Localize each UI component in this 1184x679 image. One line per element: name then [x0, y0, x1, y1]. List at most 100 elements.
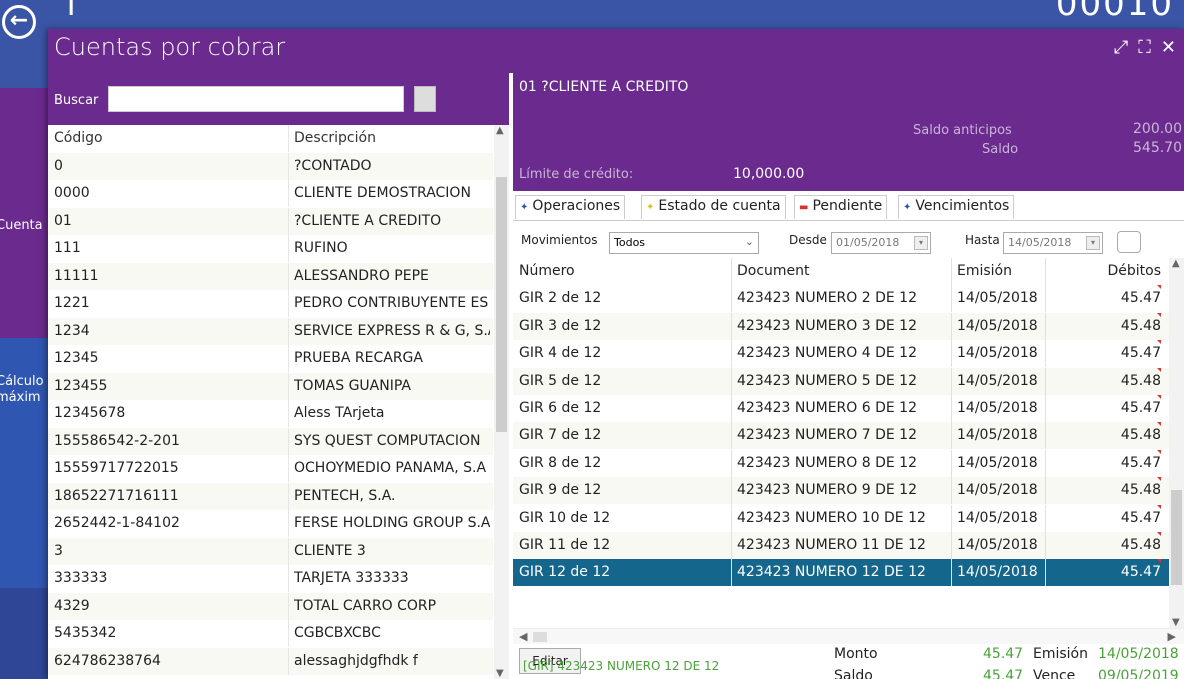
- hasta-date-picker[interactable]: 14/05/2018 ▾: [1003, 232, 1103, 254]
- scroll-thumb[interactable]: [496, 177, 507, 432]
- table-row[interactable]: 12345 PRUEBA RECARGA: [48, 345, 493, 372]
- codigo-cell: 18652271716111: [54, 487, 179, 504]
- codigo-cell: 333333: [54, 570, 108, 586]
- table-row[interactable]: 01 ?CLIENTE A CREDITO: [48, 207, 493, 235]
- monto-value: 45.47: [983, 646, 1024, 662]
- scroll-down-icon[interactable]: ▼: [496, 668, 504, 679]
- emision-value: 14/05/2018: [1098, 646, 1179, 662]
- codigo-cell: 155586542-2-201: [54, 432, 180, 449]
- numero-cell: GIR 12 de 12: [519, 564, 611, 581]
- calendar-dropdown-icon[interactable]: ▾: [914, 236, 928, 250]
- table-row[interactable]: 18652271716111 PENTECH, S.A.: [48, 482, 493, 510]
- hscroll-thumb[interactable]: [533, 632, 547, 642]
- cell-marker-icon: [1157, 449, 1161, 454]
- movimientos-select[interactable]: Todos ⌄: [609, 232, 759, 254]
- table-row[interactable]: 11111 ALESSANDRO PEPE: [48, 262, 493, 290]
- table-row[interactable]: 1234 SERVICE EXPRESS R & G, S.A: [48, 317, 493, 345]
- table-row[interactable]: 155586542-2-201 SYS QUEST COMPUTACION: [48, 427, 493, 455]
- background-title: T: [62, 0, 81, 23]
- cell-marker-icon: [1157, 395, 1161, 399]
- scroll-up-icon[interactable]: ▲: [496, 125, 504, 136]
- tab-marker-icon: ✦: [903, 202, 912, 213]
- debitos-cell: 45.47: [1120, 290, 1161, 307]
- column-header-codigo[interactable]: Código: [54, 130, 284, 146]
- table-row[interactable]: 333333 TARJETA 333333: [48, 565, 493, 592]
- cell-marker-icon: [1157, 532, 1161, 536]
- table-row[interactable]: 15559717722015 OCHOYMEDIO PANAMA, S.A: [48, 455, 493, 482]
- table-row[interactable]: 0000 CLIENTE DEMOSTRACION: [48, 180, 493, 207]
- table-row[interactable]: GIR 4 de 12 423423 NUMERO 4 DE 12 14/05/20…: [513, 340, 1173, 368]
- debitos-cell: 45.47: [1120, 345, 1161, 362]
- debitos-cell: 45.48: [1120, 537, 1161, 553]
- table-row[interactable]: 111 RUFINO: [48, 235, 493, 262]
- table-row[interactable]: GIR 5 de 12 423423 NUMERO 5 DE 12 14/05/20…: [513, 367, 1173, 395]
- table-row[interactable]: 624786238764 alessaghjdgfhdk f: [48, 647, 493, 675]
- table-row[interactable]: GIR 6 de 12 423423 NUMERO 6 DE 12 14/05/20…: [513, 395, 1173, 422]
- numero-cell: GIR 10 de 12: [519, 509, 611, 526]
- cell-marker-icon: [1157, 312, 1161, 317]
- table-row[interactable]: 123455 TOMAS GUANIPA: [48, 372, 493, 400]
- table-row[interactable]: GIR 11 de 12 423423 NUMERO 11 DE 12 14/05/…: [513, 532, 1173, 559]
- back-icon[interactable]: ←: [2, 5, 36, 39]
- descripcion-cell: PRUEBA RECARGA: [294, 350, 423, 366]
- sidebar-tile-calculo[interactable]: Cálculo máxim: [0, 338, 50, 588]
- operations-scrollbar[interactable]: ▲ ▼: [1169, 258, 1184, 628]
- scroll-down-icon[interactable]: ▼: [1172, 617, 1180, 628]
- codigo-cell: 4329: [54, 597, 90, 614]
- column-header-descripcion[interactable]: Descripción: [294, 130, 490, 146]
- operations-hscrollbar[interactable]: ◀ ▶: [513, 628, 1184, 644]
- table-row[interactable]: 4329 TOTAL CARRO CORP: [48, 592, 493, 620]
- fullscreen-icon[interactable]: ⛶: [1138, 37, 1151, 58]
- table-row[interactable]: GIR 3 de 12 423423 NUMERO 3 DE 12 14/05/20…: [513, 312, 1173, 340]
- table-row[interactable]: 2652442-1-84102 FERSE HOLDING GROUP S.A: [48, 510, 493, 537]
- column-header-numero[interactable]: Número: [519, 263, 719, 279]
- scroll-left-icon[interactable]: ◀: [519, 630, 527, 643]
- codigo-cell: 11111: [54, 267, 99, 284]
- tab-operaciones[interactable]: ✦ Operaciones: [515, 195, 626, 219]
- scroll-up-icon[interactable]: ▲: [1172, 258, 1180, 269]
- tab-vencimientos[interactable]: ✦ Vencimientos: [898, 195, 1015, 219]
- emision-cell: 14/05/2018: [957, 537, 1038, 553]
- table-row[interactable]: GIR 12 de 12 423423 NUMERO 12 DE 12 14/05/…: [513, 559, 1173, 587]
- debitos-cell: 45.47: [1120, 564, 1161, 581]
- scroll-right-icon[interactable]: ▶: [1168, 630, 1176, 643]
- clients-scrollbar[interactable]: ▲ ▼: [494, 125, 509, 679]
- descripcion-cell: SERVICE EXPRESS R & G, S.A: [294, 322, 490, 339]
- table-row[interactable]: GIR 7 de 12 423423 NUMERO 7 DE 12 14/05/20…: [513, 422, 1173, 450]
- table-row[interactable]: 3 CLIENTE 3: [48, 537, 493, 565]
- numero-cell: GIR 3 de 12: [519, 317, 602, 334]
- debitos-cell: 45.47: [1120, 400, 1161, 416]
- desde-date-picker[interactable]: 01/05/2018 ▾: [831, 232, 931, 254]
- tab-pendiente[interactable]: ▬ Pendiente: [794, 195, 888, 219]
- document-cell: 423423 NUMERO 3 DE 12: [737, 317, 917, 334]
- descripcion-cell: TARJETA 333333: [294, 570, 409, 586]
- calendar-dropdown-icon[interactable]: ▾: [1086, 236, 1100, 250]
- tab-estado-de-cuenta[interactable]: ✦ Estado de cuenta: [641, 195, 786, 219]
- client-name: 01 ?CLIENTE A CREDITO: [519, 79, 689, 95]
- search-button[interactable]: [414, 86, 436, 112]
- document-cell: 423423 NUMERO 12 DE 12: [737, 564, 926, 581]
- table-row[interactable]: GIR 10 de 12 423423 NUMERO 10 DE 12 14/05/…: [513, 504, 1173, 532]
- table-row[interactable]: 0 ?CONTADO: [48, 152, 493, 180]
- column-header-emision[interactable]: Emisión: [957, 263, 1047, 279]
- clients-table-header: Código Descripción: [48, 125, 493, 152]
- table-row[interactable]: 12345678 Aless TArjeta: [48, 400, 493, 427]
- table-row[interactable]: GIR 9 de 12 423423 NUMERO 9 DE 12 14/05/20…: [513, 477, 1173, 505]
- search-input[interactable]: [108, 86, 404, 112]
- column-header-debitos[interactable]: Débitos: [1053, 263, 1161, 279]
- saldo-value: 545.70: [1133, 140, 1182, 156]
- table-row[interactable]: 5435342 CGBCBXCBC: [48, 620, 493, 647]
- sidebar-tile-cuentas[interactable]: Cuenta: [0, 88, 50, 338]
- filter-toggle-checkbox[interactable]: [1117, 231, 1141, 253]
- column-header-document[interactable]: Document: [737, 263, 947, 279]
- numero-cell: GIR 4 de 12: [519, 345, 602, 362]
- search-label: Buscar: [54, 93, 99, 108]
- scroll-thumb[interactable]: [1171, 490, 1182, 585]
- table-row[interactable]: 1221 PEDRO CONTRIBUYENTE ES: [48, 290, 493, 317]
- table-row[interactable]: GIR 8 de 12 423423 NUMERO 8 DE 12 14/05/20…: [513, 449, 1173, 477]
- numero-cell: GIR 2 de 12: [519, 290, 602, 307]
- codigo-cell: 12345678: [54, 405, 126, 421]
- close-icon[interactable]: ✕: [1161, 37, 1176, 58]
- expand-icon[interactable]: ⤢: [1114, 37, 1128, 58]
- table-row[interactable]: GIR 2 de 12 423423 NUMERO 2 DE 12 14/05/20…: [513, 285, 1173, 313]
